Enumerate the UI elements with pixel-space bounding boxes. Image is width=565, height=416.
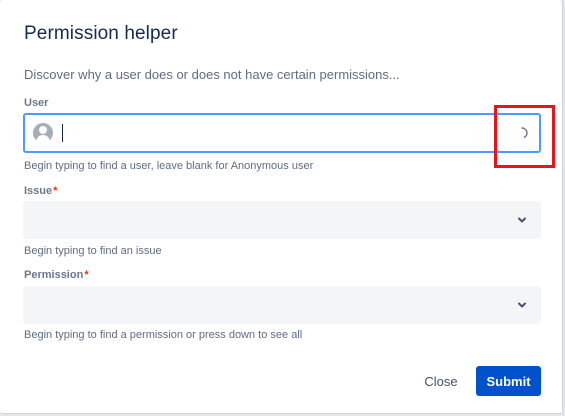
chevron-down-icon[interactable] xyxy=(517,300,527,310)
close-button[interactable]: Close xyxy=(418,366,464,396)
text-caret xyxy=(62,124,63,142)
issue-select[interactable] xyxy=(23,201,541,239)
permission-label: Permission* xyxy=(24,269,89,281)
issue-label: Issue* xyxy=(24,185,57,197)
submit-button[interactable]: Submit xyxy=(476,366,541,396)
permission-label-text: Permission xyxy=(24,269,84,281)
issue-label-text: Issue xyxy=(24,185,53,197)
permission-select[interactable] xyxy=(23,286,541,324)
user-help-text: Begin typing to find a user, leave blank… xyxy=(24,160,314,172)
dialog-intro: Discover why a user does or does not hav… xyxy=(24,67,400,82)
dialog-title: Permission helper xyxy=(24,23,178,44)
user-label: User xyxy=(24,97,49,109)
chevron-down-icon[interactable] xyxy=(517,215,527,225)
annotation-highlight-box xyxy=(494,105,555,168)
user-field[interactable] xyxy=(23,113,541,153)
permission-helper-dialog: Permission helper Discover why a user do… xyxy=(0,0,563,414)
required-marker: * xyxy=(53,185,58,197)
issue-help-text: Begin typing to find an issue xyxy=(24,245,162,257)
user-input[interactable] xyxy=(65,121,505,145)
permission-help-text: Begin typing to find a permission or pre… xyxy=(24,329,303,341)
required-marker: * xyxy=(84,269,89,281)
user-avatar-icon xyxy=(33,123,53,143)
